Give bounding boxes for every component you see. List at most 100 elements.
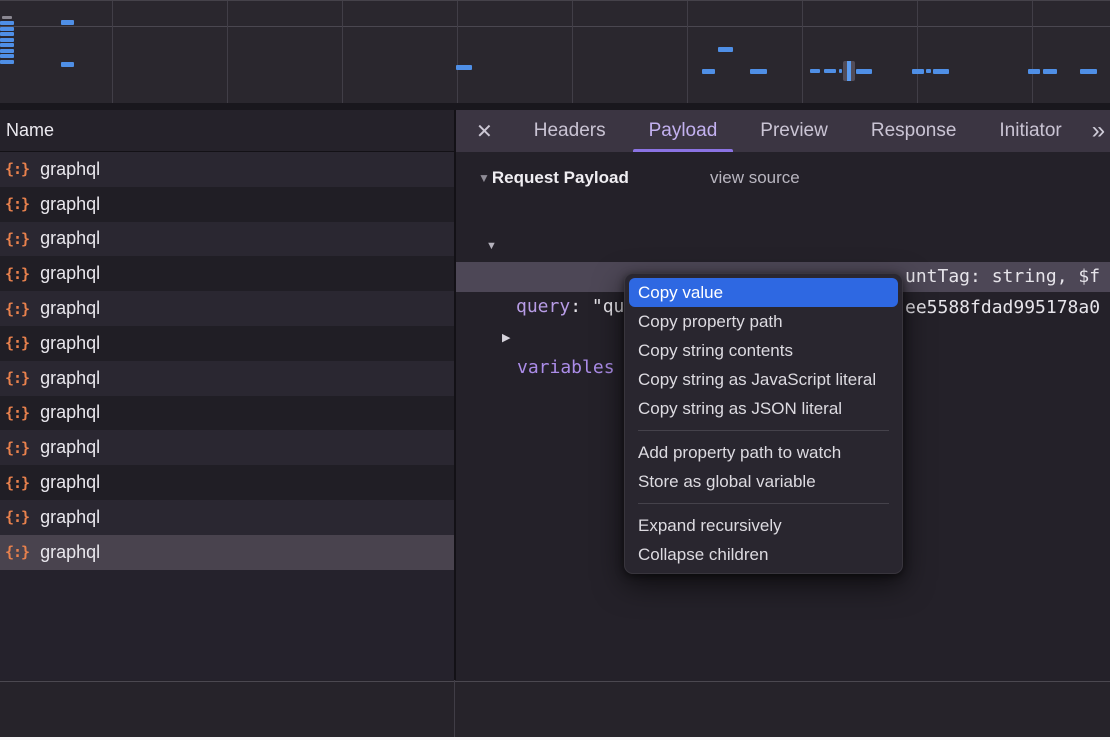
timeline-gridline xyxy=(917,1,918,103)
menu-item-copy-string-contents[interactable]: Copy string contents xyxy=(625,336,902,365)
operation-name-row[interactable]: operationName: "ipFlowTimeseries" xyxy=(456,231,1110,261)
network-overview-timeline[interactable] xyxy=(0,0,1110,103)
request-row[interactable]: {:}graphql xyxy=(0,500,454,535)
request-name: graphql xyxy=(40,228,100,249)
timeline-request-bar xyxy=(824,69,836,73)
timeline-request-bar xyxy=(0,54,14,58)
timeline-request-bar xyxy=(718,47,733,52)
json-icon: {:} xyxy=(5,404,29,422)
timeline-request-bar xyxy=(839,69,842,73)
request-payload-section-header[interactable]: ▼ Request Payload view source xyxy=(456,164,1110,192)
timeline-request-bar xyxy=(0,43,14,47)
timeline-selection-bar xyxy=(847,61,851,81)
view-source-link[interactable]: view source xyxy=(710,168,800,188)
request-name: graphql xyxy=(40,542,100,563)
property-value-right-fragment: untTag: string, $f xyxy=(905,262,1100,292)
json-icon: {:} xyxy=(5,543,29,561)
tab-headers[interactable]: Headers xyxy=(532,110,608,152)
request-name: graphql xyxy=(40,472,100,493)
menu-item-add-property-path-to-watch[interactable]: Add property path to watch xyxy=(625,438,902,467)
timeline-request-bar xyxy=(2,16,12,19)
request-name: graphql xyxy=(40,402,100,423)
more-tabs-icon[interactable]: » xyxy=(1092,119,1105,143)
timeline-request-bar xyxy=(0,60,14,64)
timeline-request-bar xyxy=(456,65,472,70)
request-row[interactable]: {:}graphql xyxy=(0,361,454,396)
request-name: graphql xyxy=(40,194,100,215)
timeline-gridline xyxy=(342,1,343,103)
json-icon: {:} xyxy=(5,195,29,213)
tab-preview[interactable]: Preview xyxy=(758,110,830,152)
timeline-selection-marker xyxy=(843,61,855,81)
name-column-label: Name xyxy=(6,120,54,141)
collapsed-triangle-icon[interactable]: ▶ xyxy=(502,323,510,353)
menu-separator xyxy=(638,503,889,504)
request-name: graphql xyxy=(40,298,100,319)
timeline-request-bar xyxy=(1043,69,1057,74)
request-row[interactable]: {:} graphql xyxy=(0,222,454,257)
request-row[interactable]: {:}graphql xyxy=(0,465,454,500)
context-menu: Copy valueCopy property pathCopy string … xyxy=(624,273,903,574)
json-icon: {:} xyxy=(5,300,29,318)
request-name: graphql xyxy=(40,437,100,458)
timeline-request-bar xyxy=(1080,69,1097,74)
timeline-gridline xyxy=(1032,1,1033,103)
timeline-gridline xyxy=(457,1,458,103)
overview-bottom-gap xyxy=(0,103,1110,110)
timeline-request-bar xyxy=(926,69,931,73)
details-tab-bar: ✕ Headers Payload Preview Response Initiator… xyxy=(456,110,1110,152)
name-column-header[interactable]: Name xyxy=(0,110,454,152)
timeline-gridline xyxy=(227,1,228,103)
menu-item-copy-value[interactable]: Copy value xyxy=(629,278,898,307)
timeline-request-bar xyxy=(912,69,924,74)
tab-payload[interactable]: Payload xyxy=(647,110,720,152)
json-icon: {:} xyxy=(5,160,29,178)
menu-item-collapse-children[interactable]: Collapse children xyxy=(625,540,902,569)
request-row[interactable]: {:} graphql xyxy=(0,535,454,570)
timeline-request-bar xyxy=(750,69,767,74)
menu-item-expand-recursively[interactable]: Expand recursively xyxy=(625,511,902,540)
payload-preview-row[interactable]: ▼ {operationName: "ipFlowTimeseries", va… xyxy=(456,201,1110,231)
request-row[interactable]: {:} graphql xyxy=(0,152,454,187)
request-row[interactable]: {:} graphql xyxy=(0,396,454,431)
timeline-request-bar xyxy=(0,21,14,25)
timeline-request-bar xyxy=(0,49,14,53)
timeline-request-bar xyxy=(61,62,74,67)
menu-item-store-as-global-variable[interactable]: Store as global variable xyxy=(625,467,902,496)
property-value-right-fragment: ee5588fdad995178a0 xyxy=(905,293,1100,323)
devtools-network-panel: Name {:} graphql {:} graphql {:} graphql {:} gr… xyxy=(0,0,1110,740)
request-list-empty-area xyxy=(0,570,454,680)
timeline-gridline xyxy=(802,1,803,103)
json-icon: {:} xyxy=(5,369,29,387)
footer-panel-divider xyxy=(454,680,455,737)
json-icon: {:} xyxy=(5,508,29,526)
collapse-triangle-icon[interactable]: ▼ xyxy=(478,171,490,185)
request-payload-title: Request Payload xyxy=(492,168,629,188)
timeline-gridline xyxy=(687,1,688,103)
timeline-request-bar xyxy=(810,69,820,73)
menu-item-copy-property-path[interactable]: Copy property path xyxy=(625,307,902,336)
json-icon: {:} xyxy=(5,230,29,248)
request-row[interactable]: {:} graphql xyxy=(0,256,454,291)
request-name: graphql xyxy=(40,263,100,284)
timeline-gridline xyxy=(572,1,573,103)
property-key: variables xyxy=(517,353,615,383)
menu-item-copy-string-as-json-literal[interactable]: Copy string as JSON literal xyxy=(625,394,902,423)
request-row[interactable]: {:}graphql xyxy=(0,430,454,465)
tab-response[interactable]: Response xyxy=(869,110,959,152)
request-name: graphql xyxy=(40,159,100,180)
menu-item-copy-string-as-javascript-literal[interactable]: Copy string as JavaScript literal xyxy=(625,365,902,394)
request-row[interactable]: {:} graphql xyxy=(0,187,454,222)
json-icon: {:} xyxy=(5,334,29,352)
timeline-request-bar xyxy=(0,38,14,42)
request-name: graphql xyxy=(40,333,100,354)
panel-divider[interactable] xyxy=(454,110,456,680)
request-row[interactable]: {:} graphql xyxy=(0,291,454,326)
timeline-gridline xyxy=(112,1,113,103)
close-icon[interactable]: ✕ xyxy=(476,119,493,144)
request-row[interactable]: {:} graphql xyxy=(0,326,454,361)
timeline-request-bar xyxy=(0,27,14,31)
tab-initiator[interactable]: Initiator xyxy=(997,110,1063,152)
json-icon: {:} xyxy=(5,265,29,283)
timeline-request-bar xyxy=(856,69,872,74)
